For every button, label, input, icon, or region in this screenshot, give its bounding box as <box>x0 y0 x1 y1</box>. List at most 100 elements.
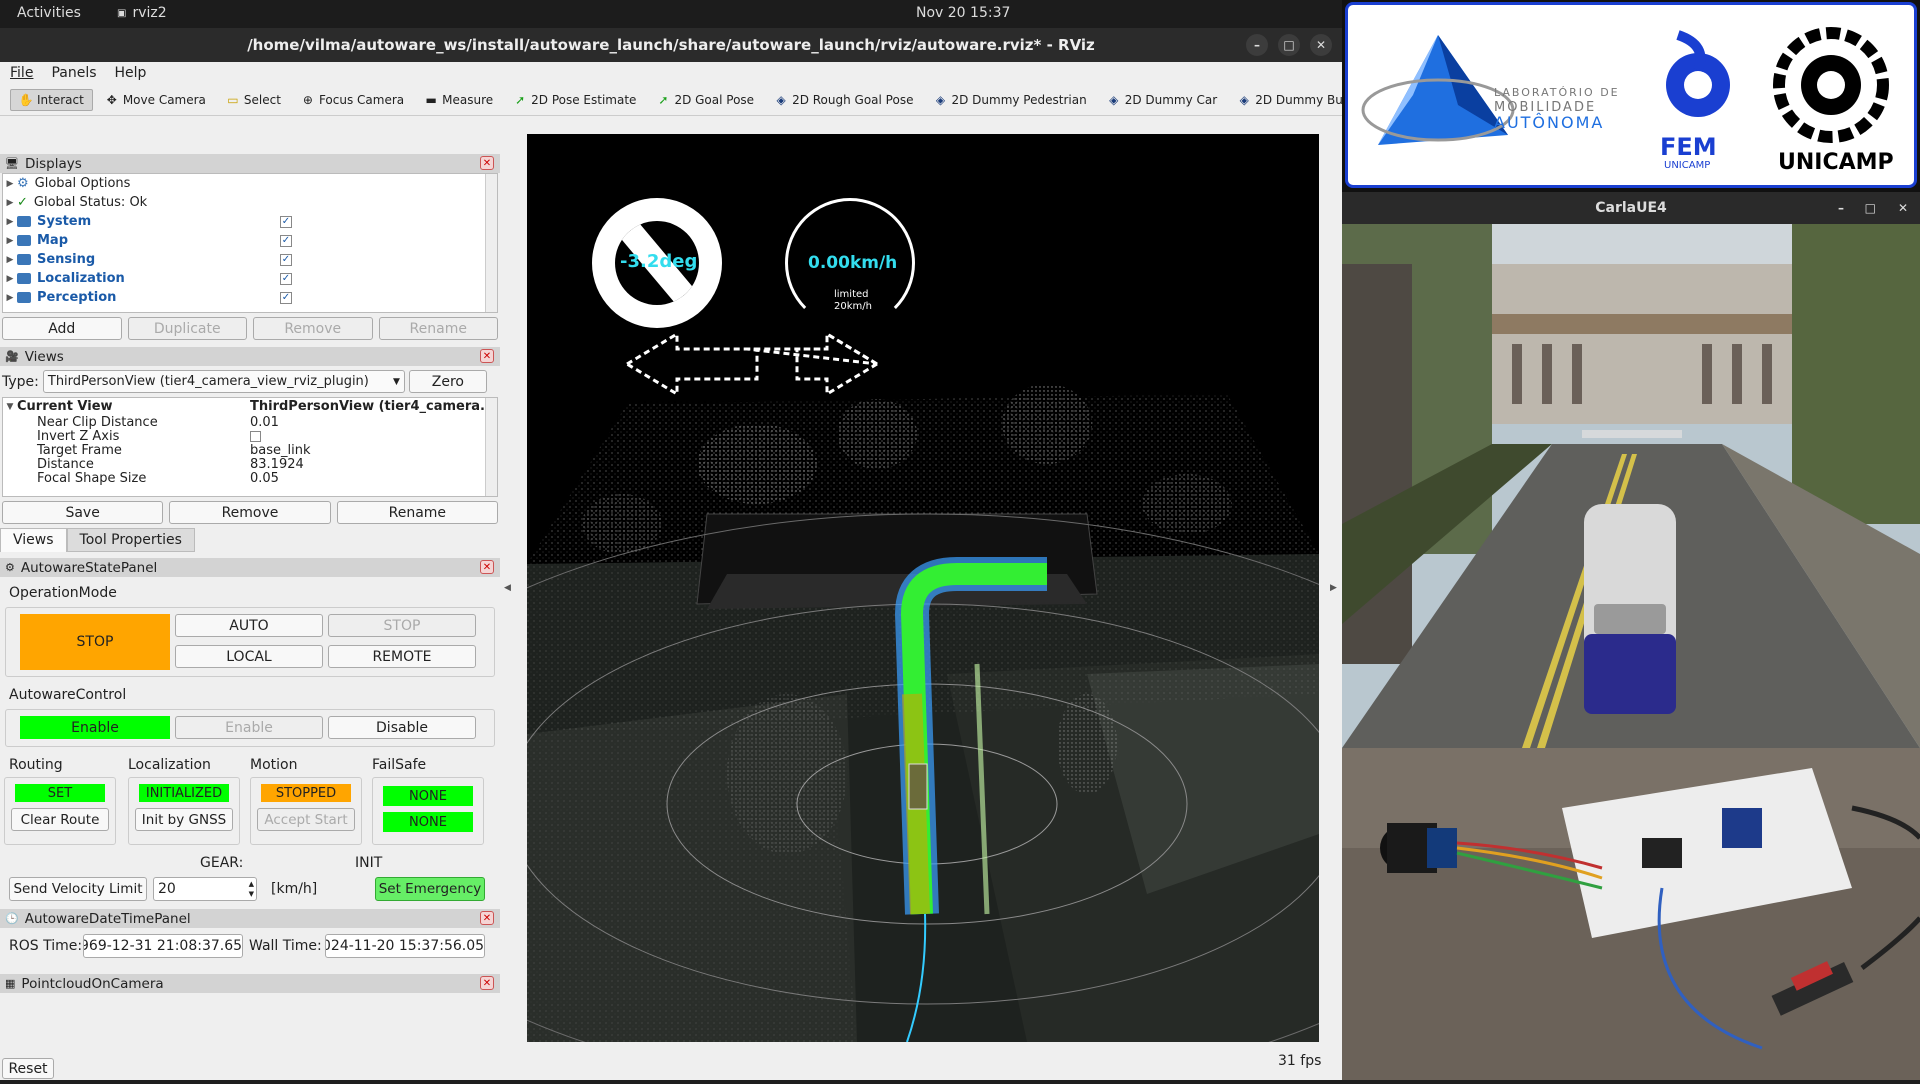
view-property-row[interactable]: Distance 83.1924 <box>3 456 497 472</box>
display-item[interactable]: ▶ Localization ✓ <box>3 269 497 288</box>
zero-button[interactable]: Zero <box>408 370 487 393</box>
reset-button[interactable]: Reset <box>2 1058 54 1079</box>
duplicate-button[interactable]: Duplicate <box>127 317 247 340</box>
send-velocity-button[interactable]: Send Velocity Limit <box>9 877 147 901</box>
display-item[interactable]: ▶ System ✓ <box>3 212 497 231</box>
set-emergency-button[interactable]: Set Emergency <box>375 877 485 901</box>
view-property-row[interactable]: Near Clip Distance 0.01 <box>3 415 497 430</box>
autoware-icon: ◈ <box>1109 92 1119 107</box>
3d-viewport[interactable]: -3.2deg 0.00km/h limited 20km/h <box>527 134 1319 1042</box>
maximize-icon[interactable]: □ <box>1865 201 1876 215</box>
clear-route-button[interactable]: Clear Route <box>11 808 109 831</box>
view-property-row[interactable]: Invert Z Axis <box>3 428 497 444</box>
maximize-icon[interactable]: □ <box>1278 34 1300 56</box>
invert-z-checkbox[interactable] <box>250 430 261 442</box>
carla-title: CarlaUE4 <box>1595 200 1667 216</box>
display-item[interactable]: ▶ ✓ Global Status: Ok <box>3 193 497 212</box>
tool-move-camera[interactable]: ✥ Move Camera <box>97 90 214 110</box>
display-checkbox[interactable]: ✓ <box>280 253 292 266</box>
view-property-row[interactable]: Focal Shape Size 0.05 <box>3 471 497 486</box>
menu-panels[interactable]: Panels <box>51 65 96 81</box>
close-panel-icon[interactable]: ✕ <box>480 911 494 925</box>
tool-label: 2D Dummy Pedestrian <box>951 92 1087 107</box>
close-icon[interactable]: ✕ <box>1898 201 1908 215</box>
accept-start-button[interactable]: Accept Start <box>257 808 355 831</box>
close-panel-icon[interactable]: ✕ <box>480 156 494 170</box>
view-property-value[interactable]: base_link <box>250 443 310 458</box>
tool-2d-rough-goal-pose[interactable]: ◈ 2D Rough Goal Pose <box>766 90 921 110</box>
expand-arrow-icon[interactable]: ▶ <box>3 236 17 246</box>
view-property-value[interactable]: 0.05 <box>250 471 279 486</box>
display-checkbox[interactable]: ✓ <box>280 291 292 304</box>
velocity-input[interactable]: 20 ▲ ▼ <box>153 877 257 901</box>
view-property-name: Distance <box>37 456 94 472</box>
expand-arrow-icon[interactable]: ▶ <box>3 217 17 227</box>
tool-select[interactable]: ▭ Select <box>218 90 289 110</box>
view-property-row[interactable]: Target Frame base_link <box>3 443 497 458</box>
tool-2d-dummy-car[interactable]: ◈ 2D Dummy Car <box>1099 90 1226 110</box>
expand-arrow-icon[interactable]: ▶ <box>3 179 17 189</box>
enable-button[interactable]: Enable <box>175 716 323 739</box>
stop-button[interactable]: STOP <box>328 614 476 637</box>
tool-2d-goal-pose[interactable]: ➚ 2D Goal Pose <box>648 90 762 110</box>
minimize-icon[interactable]: – <box>1838 201 1844 215</box>
view-property-value[interactable]: 83.1924 <box>250 457 304 472</box>
current-view-row[interactable]: ▼ Current View ThirdPersonView (tier4_ca… <box>3 398 497 415</box>
expand-arrow-icon[interactable]: ▶ <box>3 274 17 284</box>
display-checkbox[interactable]: ✓ <box>280 272 292 285</box>
display-item[interactable]: ▶ Sensing ✓ <box>3 250 497 269</box>
display-checkbox[interactable]: ✓ <box>280 215 292 228</box>
display-item[interactable]: ▶ Map ✓ <box>3 231 497 250</box>
collapse-left-icon[interactable]: ◀ <box>504 583 511 593</box>
rename-display-button[interactable]: Rename <box>378 317 498 340</box>
close-icon[interactable]: ✕ <box>1310 34 1332 56</box>
display-checkbox[interactable]: ✓ <box>280 234 292 247</box>
disable-button[interactable]: Disable <box>328 716 476 739</box>
remove-view-button[interactable]: Remove <box>169 501 331 524</box>
menu-help[interactable]: Help <box>115 65 147 81</box>
clock[interactable]: Nov 20 15:37 <box>916 5 1010 21</box>
remove-display-button[interactable]: Remove <box>253 317 373 340</box>
add-button[interactable]: Add <box>2 317 122 340</box>
menu-file[interactable]: File <box>10 65 33 81</box>
expand-arrow-icon[interactable]: ▶ <box>3 198 17 208</box>
tool-2d-dummy-bus[interactable]: ◈ 2D Dummy Bus <box>1229 90 1357 110</box>
auto-button[interactable]: AUTO <box>175 614 323 637</box>
views-buttons: Save Remove Rename <box>0 497 500 528</box>
lab-name: LABORATÓRIO DE MOBILIDADE AUTÔNOMA <box>1494 85 1620 131</box>
view-property-name: Invert Z Axis <box>37 428 120 444</box>
spin-arrows-icon[interactable]: ▲ ▼ <box>249 879 254 899</box>
activities-button[interactable]: Activities <box>17 5 81 21</box>
view-type-select[interactable]: ThirdPersonView (tier4_camera_view_rviz_… <box>42 370 405 393</box>
localization-label: Localization <box>128 757 211 773</box>
app-menu[interactable]: ▣ rviz2 <box>117 5 167 21</box>
rename-view-button[interactable]: Rename <box>336 501 498 524</box>
ros-time-field[interactable]: 969-12-31 21:08:37.651 <box>83 934 243 958</box>
view-property-value[interactable]: 0.01 <box>250 415 279 430</box>
tool-2d-pose-estimate[interactable]: ➚ 2D Pose Estimate <box>505 90 644 110</box>
tab-views[interactable]: Views <box>0 528 67 552</box>
close-panel-icon[interactable]: ✕ <box>480 976 494 990</box>
save-view-button[interactable]: Save <box>2 501 164 524</box>
local-button[interactable]: LOCAL <box>175 645 323 668</box>
remote-button[interactable]: REMOTE <box>328 645 476 668</box>
minimize-icon[interactable]: – <box>1246 34 1268 56</box>
datetime-panel-title: AutowareDateTimePanel <box>24 910 191 927</box>
wall-time-field[interactable]: 024-11-20 15:37:56.050 <box>325 934 485 958</box>
tool-2d-dummy-pedestrian[interactable]: ◈ 2D Dummy Pedestrian <box>925 90 1094 110</box>
tab-tool-properties[interactable]: Tool Properties <box>66 528 195 552</box>
close-panel-icon[interactable]: ✕ <box>480 349 494 363</box>
tool-interact[interactable]: ✋ Interact <box>10 88 93 111</box>
displays-scrollbar[interactable] <box>485 174 497 312</box>
init-gnss-button[interactable]: Init by GNSS <box>135 808 233 831</box>
display-item[interactable]: ▶ ⚙ Global Options <box>3 174 497 193</box>
expand-arrow-icon[interactable]: ▶ <box>3 293 17 303</box>
tool-focus-camera[interactable]: ⊕ Focus Camera <box>293 90 412 110</box>
collapse-right-icon[interactable]: ▶ <box>1330 583 1337 593</box>
display-item[interactable]: ▶ Perception ✓ <box>3 288 497 307</box>
view-props-scrollbar[interactable] <box>485 398 497 496</box>
close-panel-icon[interactable]: ✕ <box>480 560 494 574</box>
tool-measure[interactable]: ▬ Measure <box>416 90 501 110</box>
operation-mode-label: OperationMode <box>9 585 117 601</box>
expand-arrow-icon[interactable]: ▶ <box>3 255 17 265</box>
